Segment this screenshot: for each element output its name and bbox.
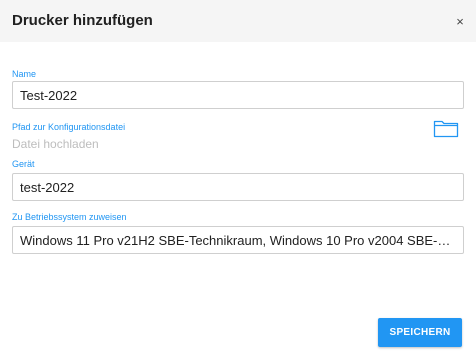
name-label: Name bbox=[12, 69, 37, 79]
name-input[interactable]: Test-2022 bbox=[12, 81, 464, 109]
os-assign-label: Zu Betriebssystem zuweisen bbox=[12, 212, 127, 222]
device-input-value: test-2022 bbox=[20, 179, 75, 195]
dialog-header: Drucker hinzufügen × bbox=[0, 0, 476, 42]
device-input[interactable]: test-2022 bbox=[12, 173, 464, 201]
config-file-label: Pfad zur Konfigurationsdatei bbox=[12, 122, 126, 132]
close-icon[interactable]: × bbox=[452, 13, 468, 29]
add-printer-dialog: Drucker hinzufügen × Name Test-2022 Pfad… bbox=[0, 0, 476, 362]
os-assign-select[interactable]: Windows 11 Pro v21H2 SBE-Technikraum, Wi… bbox=[12, 226, 464, 254]
save-button[interactable]: SPEICHERN bbox=[378, 318, 462, 347]
name-input-value: Test-2022 bbox=[20, 87, 78, 103]
folder-icon[interactable] bbox=[433, 118, 459, 138]
os-assign-value: Windows 11 Pro v21H2 SBE-Technikraum, Wi… bbox=[20, 232, 456, 248]
upload-file-placeholder[interactable]: Datei hochladen bbox=[12, 137, 99, 151]
device-label: Gerät bbox=[12, 159, 35, 169]
dialog-title: Drucker hinzufügen bbox=[12, 12, 153, 29]
